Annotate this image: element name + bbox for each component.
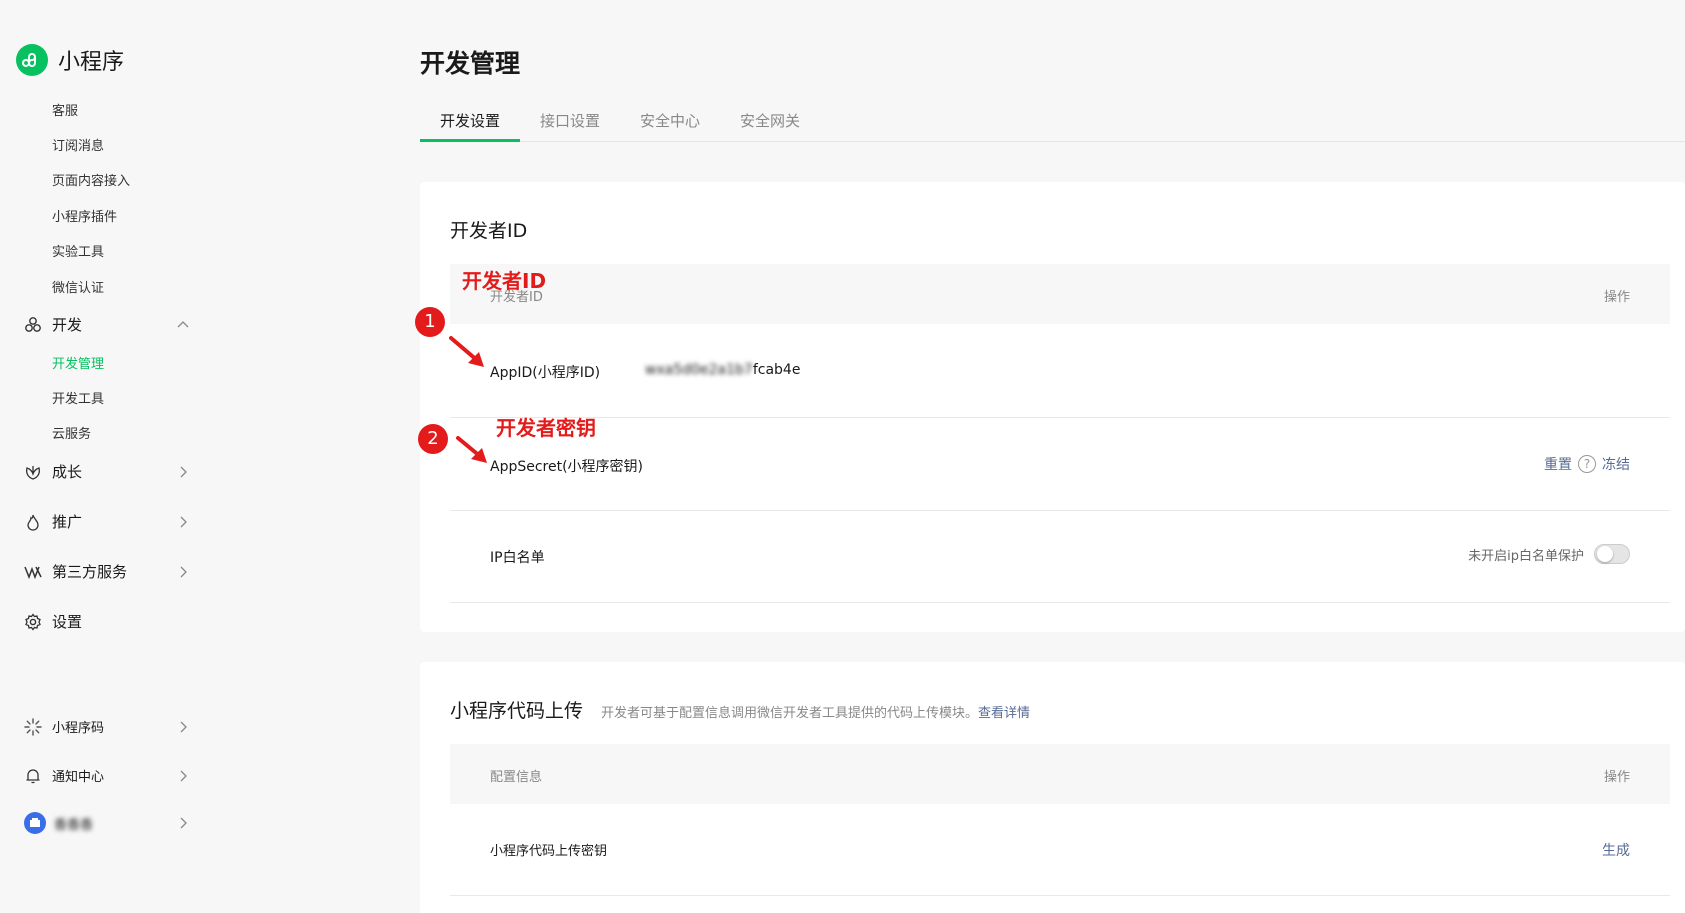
sidebar: 小程序 客服 订阅消息 页面内容接入 小程序插件 实验工具 微信认证 开发 开发… xyxy=(0,0,390,913)
dev-icon xyxy=(24,316,42,334)
header-actions: 操作 xyxy=(1603,770,1630,785)
gear-icon xyxy=(24,612,42,631)
sidebar-group-dev-label: 开发 xyxy=(52,316,83,334)
ip-whitelist-status: 未开启ip白名单保护 xyxy=(1468,548,1584,564)
appsecret-actions: 重置 ? 冻结 xyxy=(1544,454,1630,474)
sidebar-group-settings[interactable]: 设置 xyxy=(24,611,190,632)
sidebar-item-wechat-verify[interactable]: 微信认证 xyxy=(52,277,104,296)
annotation-arrow-2 xyxy=(456,436,487,463)
sidebar-item-customer-service[interactable]: 客服 xyxy=(52,100,78,119)
code-upload-table-header: 配置信息 操作 xyxy=(450,744,1670,804)
help-icon[interactable]: ? xyxy=(1578,455,1596,473)
annotation-badge-1: 1 xyxy=(415,307,445,337)
sidebar-item-lab-tools[interactable]: 实验工具 xyxy=(52,241,104,260)
sidebar-account-name: 香香香 xyxy=(54,817,94,833)
appsecret-label: AppSecret(小程序密钥) xyxy=(490,459,644,475)
miniprogram-logo-icon xyxy=(16,44,48,76)
sidebar-item-notifications[interactable]: 通知中心 xyxy=(24,766,190,785)
sidebar-item-subscribe-message[interactable]: 订阅消息 xyxy=(52,135,104,154)
sidebar-group-settings-label: 设置 xyxy=(52,613,83,631)
chevron-right-icon xyxy=(180,721,187,732)
sidebar-item-plugins[interactable]: 小程序插件 xyxy=(52,206,117,225)
reset-secret-link[interactable]: 重置 xyxy=(1544,454,1572,474)
ip-whitelist-toggle[interactable] xyxy=(1594,544,1630,564)
tab-dev-settings[interactable]: 开发设置 xyxy=(420,100,521,142)
sidebar-item-cloud-service[interactable]: 云服务 xyxy=(52,423,91,442)
chevron-up-icon xyxy=(177,320,189,327)
annotation-arrow-1 xyxy=(449,336,484,367)
upload-key-row: 小程序代码上传密钥 生成 xyxy=(450,804,1670,896)
chevron-right-icon xyxy=(180,817,187,829)
brand[interactable]: 小程序 xyxy=(16,44,124,76)
code-upload-card: 小程序代码上传 开发者可基于配置信息调用微信开发者工具提供的代码上传模块。 查看… xyxy=(420,662,1685,913)
sidebar-item-dev-management[interactable]: 开发管理 xyxy=(52,353,104,372)
sidebar-item-qrcode[interactable]: 小程序码 xyxy=(24,717,190,736)
code-upload-title: 小程序代码上传 xyxy=(450,700,584,722)
ip-whitelist-label: IP白名单 xyxy=(490,550,545,566)
sidebar-group-promotion-label: 推广 xyxy=(52,513,83,531)
avatar xyxy=(24,812,46,834)
sidebar-group-growth[interactable]: 成长 xyxy=(24,461,190,482)
sidebar-item-qrcode-label: 小程序码 xyxy=(52,721,105,736)
sidebar-item-account[interactable]: 香香香 xyxy=(24,812,190,834)
chevron-right-icon xyxy=(180,516,187,527)
sidebar-group-growth-label: 成长 xyxy=(52,463,83,481)
appid-label: AppID(小程序ID) xyxy=(490,365,601,381)
third-party-icon xyxy=(24,563,42,581)
sidebar-group-promotion[interactable]: 推广 xyxy=(24,511,190,532)
tab-security-gateway[interactable]: 安全网关 xyxy=(720,100,820,142)
code-upload-desc: 开发者可基于配置信息调用微信开发者工具提供的代码上传模块。 xyxy=(601,706,979,721)
sidebar-item-page-content[interactable]: 页面内容接入 xyxy=(52,170,130,189)
tab-bar: 开发设置 接口设置 安全中心 安全网关 xyxy=(420,100,1685,142)
chevron-right-icon xyxy=(180,566,187,577)
appid-row: AppID(小程序ID) wxa5d0e2a1b7fcab4e xyxy=(450,324,1670,418)
developer-id-table-header: 开发者ID 操作 xyxy=(450,264,1670,324)
bell-icon xyxy=(24,767,42,785)
generate-key-link[interactable]: 生成 xyxy=(1602,840,1630,860)
toggle-knob xyxy=(1597,546,1613,562)
developer-id-title: 开发者ID xyxy=(450,220,528,242)
tab-security-center[interactable]: 安全中心 xyxy=(620,100,720,142)
header-config-info: 配置信息 xyxy=(490,770,543,785)
sidebar-item-dev-tools[interactable]: 开发工具 xyxy=(52,388,104,407)
ip-whitelist-row: IP白名单 未开启ip白名单保护 xyxy=(450,511,1670,603)
code-upload-title-row: 小程序代码上传 开发者可基于配置信息调用微信开发者工具提供的代码上传模块。 查看… xyxy=(450,696,1030,723)
growth-icon xyxy=(24,463,42,481)
appid-value[interactable]: wxa5d0e2a1b7fcab4e xyxy=(645,362,800,378)
sidebar-item-notifications-label: 通知中心 xyxy=(52,770,105,785)
developer-id-card: 开发者ID 开发者ID 操作 AppID(小程序ID) wxa5d0e2a1b7… xyxy=(420,182,1685,632)
chevron-right-icon xyxy=(180,466,187,477)
sidebar-group-dev[interactable]: 开发 xyxy=(24,314,190,335)
upload-key-actions: 生成 xyxy=(1602,840,1630,860)
ip-whitelist-actions: 未开启ip白名单保护 xyxy=(1468,544,1630,564)
upload-key-label: 小程序代码上传密钥 xyxy=(490,844,608,859)
page-title: 开发管理 xyxy=(420,49,521,78)
sidebar-group-third-party[interactable]: 第三方服务 xyxy=(24,561,190,582)
view-details-link[interactable]: 查看详情 xyxy=(978,702,1030,721)
sidebar-group-third-party-label: 第三方服务 xyxy=(52,563,128,581)
brand-title: 小程序 xyxy=(58,50,125,75)
chevron-right-icon xyxy=(180,770,187,781)
annotation-badge-2: 2 xyxy=(418,424,448,454)
qrcode-icon xyxy=(24,717,42,736)
appsecret-row: AppSecret(小程序密钥) 重置 ? 冻结 xyxy=(450,418,1670,511)
header-actions: 操作 xyxy=(1603,290,1630,305)
tab-api-settings[interactable]: 接口设置 xyxy=(520,100,620,142)
freeze-secret-link[interactable]: 冻结 xyxy=(1602,454,1630,474)
promotion-icon xyxy=(24,513,42,531)
annotation-label-developer-secret: 开发者密钥 xyxy=(496,416,596,440)
annotation-label-developer-id: 开发者ID xyxy=(462,269,547,293)
